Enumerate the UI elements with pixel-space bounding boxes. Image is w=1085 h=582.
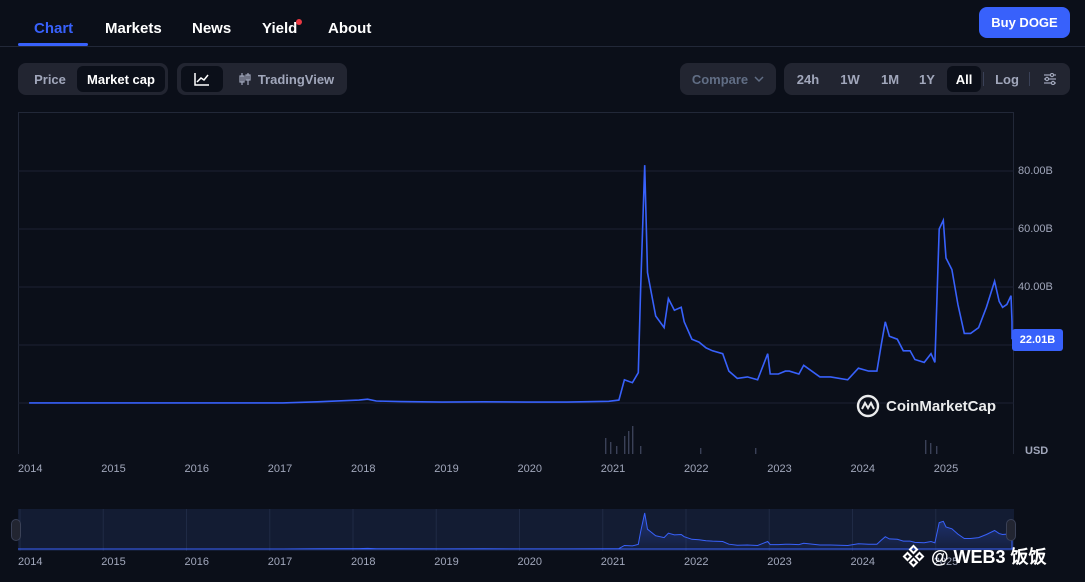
x-tick-label: 2016 [184,463,209,475]
x-tick-label: 2024 [850,463,875,475]
navigator-x-tick-label: 2024 [850,556,875,568]
x-tick-label: 2023 [767,463,792,475]
navigator-x-tick-label: 2023 [767,556,792,568]
social-watermark: @ WEB3 饭饭 [902,543,1047,569]
buy-button[interactable]: Buy DOGE [979,7,1070,38]
x-tick-label: 2022 [684,463,709,475]
settings-button[interactable] [1035,66,1065,92]
watermark-text: @ WEB3 饭饭 [931,547,1047,567]
notification-dot [296,19,302,25]
sliders-icon [1044,73,1056,85]
x-tick-label: 2017 [267,463,293,475]
market-cap-toggle[interactable]: Market cap [77,66,165,92]
currency-label: USD [1025,445,1049,457]
navigator-x-tick-label: 2018 [351,556,376,568]
range-24h[interactable]: 24h [789,66,827,92]
coinmarketcap-text: CoinMarketCap [886,397,997,415]
range-1w[interactable]: 1W [831,66,869,92]
separator [983,72,984,86]
separator [1029,72,1030,86]
range-selector: 24h 1W 1M 1Y All Log [784,63,1070,95]
coinmarketcap-icon [856,394,880,418]
navigator-x-tick-label: 2022 [684,556,709,568]
metric-toggle: Price Market cap [18,63,168,95]
line-chart-icon [194,73,209,86]
x-tick-label: 2014 [18,463,43,475]
range-1y[interactable]: 1Y [909,66,945,92]
chevron-down-icon [754,76,764,83]
tradingview-button[interactable]: TradingView [229,66,343,92]
navigator-x-tick-label: 2019 [434,556,459,568]
price-toggle[interactable]: Price [22,66,78,92]
active-tab-indicator [18,43,88,46]
line-chart-button[interactable] [181,66,223,92]
y-tick-label: 60.00B [1018,223,1053,235]
x-tick-label: 2015 [101,463,126,475]
x-tick-label: 2021 [600,463,626,475]
y-tick-label: 40.00B [1018,281,1053,293]
range-all[interactable]: All [947,66,981,92]
x-tick-label: 2018 [351,463,376,475]
tab-news[interactable]: News [192,20,231,37]
coinmarketcap-logo: CoinMarketCap [856,394,996,418]
navigator-right-handle[interactable] [1006,519,1016,541]
navigator-x-tick-label: 2021 [600,556,626,568]
y-tick-label: 80.00B [1018,165,1053,177]
navigator-x-tick-label: 2014 [18,556,43,568]
x-tick-label: 2019 [434,463,459,475]
navigator-x-tick-label: 2015 [101,556,126,568]
current-value-badge: 22.01B [1012,329,1063,351]
range-1m[interactable]: 1M [871,66,909,92]
candlestick-icon [239,73,251,85]
tab-about[interactable]: About [328,20,371,37]
tab-chart[interactable]: Chart [34,20,73,37]
compare-dropdown[interactable]: Compare [680,63,776,95]
tab-yield[interactable]: Yield [262,20,297,37]
compare-label: Compare [691,71,749,87]
range-navigator[interactable] [18,509,1014,551]
tradingview-label: TradingView [257,71,335,87]
x-tick-label: 2020 [517,463,542,475]
log-toggle[interactable]: Log [987,66,1027,92]
tab-markets[interactable]: Markets [105,20,162,37]
x-tick-label: 2025 [933,463,959,475]
diamond-logo-icon [902,544,925,568]
navigator-x-tick-label: 2016 [184,556,209,568]
navigator-left-handle[interactable] [11,519,21,541]
navigator-x-tick-label: 2017 [267,556,293,568]
view-toggle: TradingView [177,63,347,95]
top-nav: Chart Markets News Yield About Buy DOGE [0,0,1085,47]
navigator-x-tick-label: 2020 [517,556,542,568]
